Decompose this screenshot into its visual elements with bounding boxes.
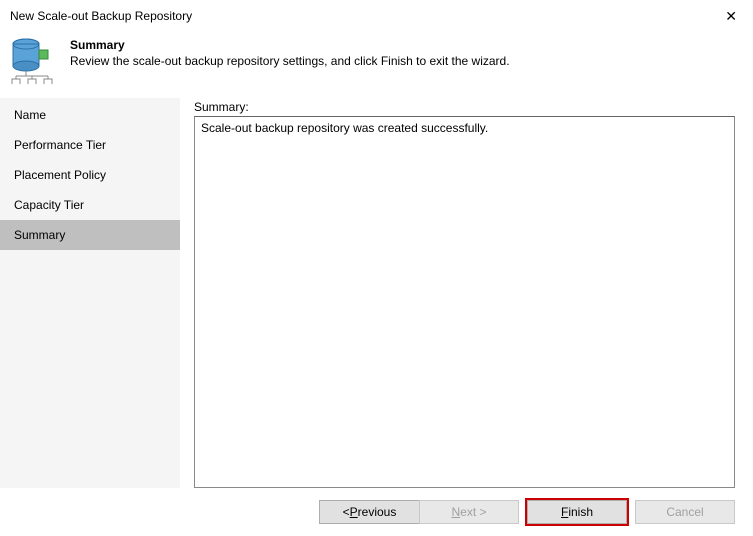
nav-button-group: < Previous Next >	[319, 500, 519, 524]
summary-textbox[interactable]: Scale-out backup repository was created …	[194, 116, 735, 488]
previous-button[interactable]: < Previous	[319, 500, 419, 524]
sidebar-item-summary[interactable]: Summary	[0, 220, 180, 250]
window-title: New Scale-out Backup Repository	[10, 9, 192, 23]
wizard-footer: < Previous Next > Finish Cancel	[0, 488, 753, 536]
titlebar: New Scale-out Backup Repository ✕	[0, 0, 753, 30]
repository-icon	[10, 36, 58, 84]
close-icon[interactable]: ✕	[719, 8, 743, 25]
wizard-steps-sidebar: Name Performance Tier Placement Policy C…	[0, 98, 180, 488]
wizard-header: Summary Review the scale-out backup repo…	[0, 30, 753, 98]
sidebar-item-performance-tier[interactable]: Performance Tier	[0, 130, 180, 160]
next-button: Next >	[419, 500, 519, 524]
header-title: Summary	[70, 38, 510, 52]
sidebar-item-capacity-tier[interactable]: Capacity Tier	[0, 190, 180, 220]
wizard-content: Name Performance Tier Placement Policy C…	[0, 98, 753, 488]
sidebar-item-name[interactable]: Name	[0, 100, 180, 130]
cancel-button: Cancel	[635, 500, 735, 524]
header-subtitle: Review the scale-out backup repository s…	[70, 54, 510, 68]
summary-label: Summary:	[194, 100, 735, 114]
main-panel: Summary: Scale-out backup repository was…	[180, 98, 753, 488]
sidebar-item-placement-policy[interactable]: Placement Policy	[0, 160, 180, 190]
finish-button[interactable]: Finish	[527, 500, 627, 524]
summary-text: Scale-out backup repository was created …	[201, 121, 488, 135]
header-text: Summary Review the scale-out backup repo…	[70, 36, 510, 68]
